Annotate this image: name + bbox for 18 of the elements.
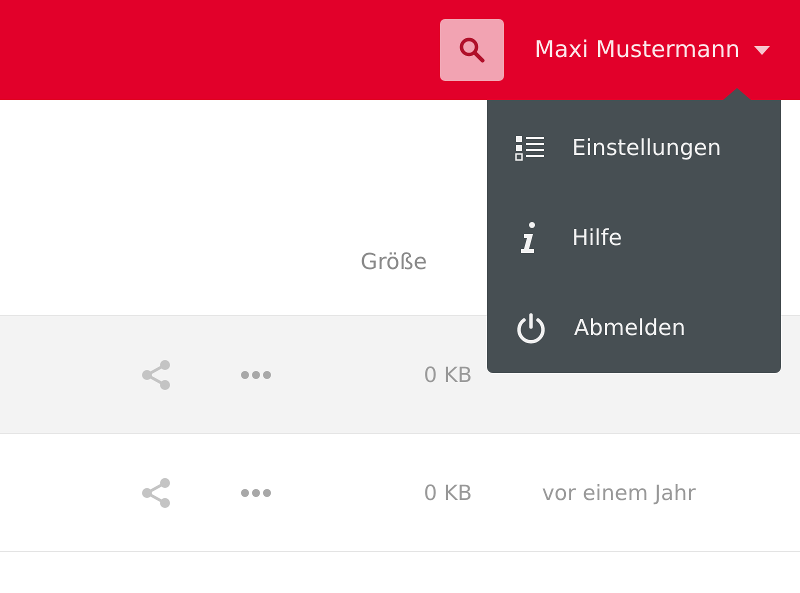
share-button[interactable]: [140, 476, 172, 508]
power-icon: [515, 312, 547, 344]
modified-date: vor einem Jahr: [542, 480, 697, 504]
caret-icon: [754, 46, 770, 54]
search-icon: [458, 36, 486, 64]
column-header[interactable]: Größe: [360, 250, 472, 275]
share-button[interactable]: [140, 358, 172, 390]
search-button[interactable]: [440, 19, 504, 81]
more-icon: [240, 488, 272, 498]
menu-item[interactable]: Einstellungen: [487, 103, 781, 193]
menu-item[interactable]: Hilfe: [487, 193, 781, 283]
file-size: 0 KB: [424, 480, 472, 504]
file-size: 0 KB: [424, 362, 472, 386]
more-icon: [240, 370, 272, 380]
share-icon: [140, 358, 172, 390]
share-icon: [140, 476, 172, 508]
user-menu-button[interactable]: Maxi Mustermann: [534, 37, 770, 63]
list-icon: [515, 135, 545, 161]
